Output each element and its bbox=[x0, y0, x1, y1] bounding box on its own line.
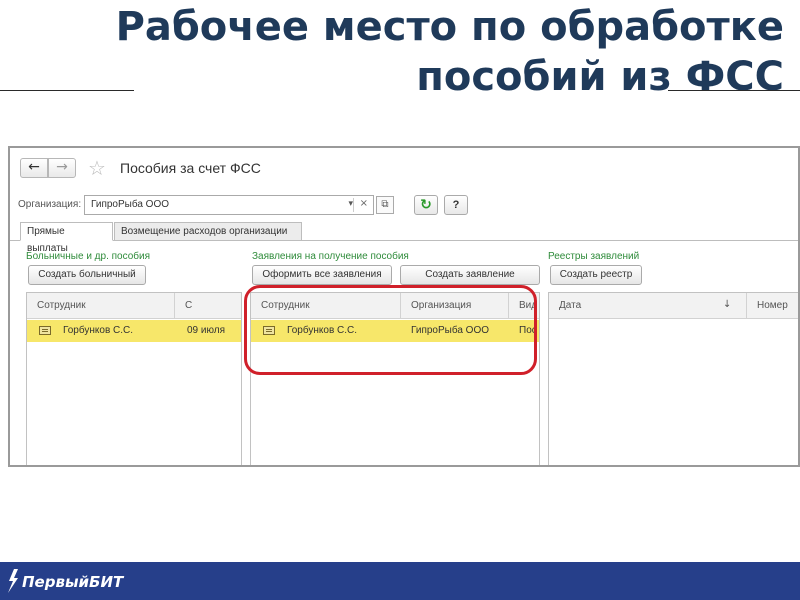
process-all-applications-button[interactable]: Оформить все заявления bbox=[252, 265, 392, 285]
back-arrow-icon[interactable]: ← bbox=[20, 158, 48, 178]
favorite-star-icon[interactable]: ☆ bbox=[88, 156, 106, 180]
forward-arrow-icon[interactable]: → bbox=[48, 158, 76, 178]
refresh-button[interactable]: ↻ bbox=[414, 195, 438, 215]
document-icon bbox=[39, 326, 51, 335]
sort-descending-icon[interactable]: ↓ bbox=[723, 293, 731, 317]
column-header-date[interactable]: Дата bbox=[549, 293, 747, 319]
field-divider bbox=[353, 198, 354, 212]
create-registry-button[interactable]: Создать реестр bbox=[550, 265, 642, 285]
slide-title-line1: Рабочее место по обработке bbox=[115, 4, 784, 50]
sick-leave-section-label: Больничные и др. пособия bbox=[26, 251, 151, 262]
create-application-button[interactable]: Создать заявление bbox=[400, 265, 540, 285]
window-title: Пособия за счет ФСС bbox=[120, 160, 261, 176]
open-icon[interactable]: ⧉ bbox=[376, 196, 394, 214]
organization-value: ГипроРыба ООО bbox=[91, 199, 170, 210]
organization-field[interactable]: ГипроРыба ООО ▾ × bbox=[84, 195, 374, 215]
brand-name: ПервыйБИТ bbox=[22, 573, 124, 591]
table-header: Дата ↓ Номер bbox=[549, 293, 798, 319]
highlight-annotation bbox=[244, 285, 537, 375]
slide-title-line2: пособий из ФСС bbox=[416, 54, 784, 100]
clear-icon[interactable]: × bbox=[360, 198, 368, 209]
organization-label: Организация: bbox=[18, 199, 82, 210]
tab-direct-payments[interactable]: Прямые выплаты bbox=[20, 222, 113, 254]
column-header-number[interactable]: Номер bbox=[747, 293, 798, 319]
column-header-from[interactable]: С bbox=[175, 293, 241, 319]
help-button[interactable]: ? bbox=[444, 195, 468, 215]
cell-from-date: 09 июля bbox=[187, 325, 226, 336]
column-header-employee[interactable]: Сотрудник bbox=[27, 293, 175, 319]
footer-band: ПервыйБИТ bbox=[0, 562, 800, 600]
slide-title: Рабочее место по обработке пособий из ФС… bbox=[24, 2, 784, 102]
registries-table: Дата ↓ Номер bbox=[548, 292, 798, 465]
create-sick-leave-button[interactable]: Создать больничный bbox=[28, 265, 146, 285]
applications-section-label: Заявления на получение пособия bbox=[252, 251, 409, 262]
table-row[interactable]: Горбунков С.С. 09 июля bbox=[27, 320, 241, 342]
registries-section-label: Реестры заявлений bbox=[548, 251, 640, 262]
brand-logo-icon bbox=[8, 569, 18, 593]
cell-employee: Горбунков С.С. bbox=[63, 325, 134, 336]
sick-leave-table: Сотрудник С Горбунков С.С. 09 июля bbox=[26, 292, 242, 465]
title-divider-right bbox=[668, 90, 800, 91]
title-divider-left bbox=[0, 90, 134, 91]
table-header: Сотрудник С bbox=[27, 293, 241, 319]
tab-reimbursement[interactable]: Возмещение расходов организации bbox=[114, 222, 302, 241]
